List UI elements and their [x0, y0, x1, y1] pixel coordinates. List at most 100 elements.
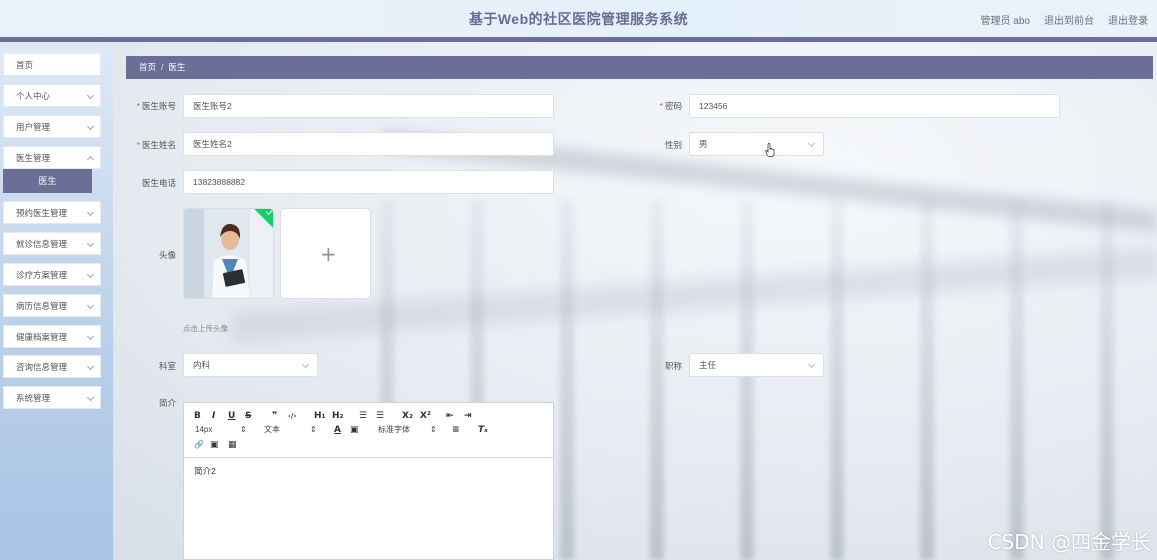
doctor-photo [184, 209, 273, 298]
chevron-down-icon [86, 208, 95, 217]
video-button[interactable]: ▦ [228, 440, 237, 450]
chevron-down-icon [86, 122, 95, 131]
image-button[interactable]: ▣ [210, 440, 219, 450]
bold-button[interactable]: B [194, 411, 201, 421]
watermark: CSDN @四金学长 [987, 530, 1151, 554]
sidebar-item-label: 首页 [16, 60, 34, 70]
chevron-down-icon [86, 393, 95, 402]
ordered-list-button[interactable]: ☰ [359, 411, 367, 421]
sidebar-item-appointment-management[interactable]: 预约医生管理 [3, 201, 101, 224]
doctor-form: * 医生账号 医生账号2 * 密码 123456 * 医生姓名 医生姓名2 性别 男 … [0, 0, 1157, 560]
sidebar-item-user-management[interactable]: 用户管理 [3, 115, 101, 138]
editor-content[interactable]: 简介2 [194, 465, 216, 477]
select-arrows-icon: ⇕ [430, 425, 437, 434]
sidebar-item-label: 诊疗方案管理 [16, 270, 68, 280]
sidebar-item-system-management[interactable]: 系统管理 [3, 386, 101, 409]
sidebar-item-personal-center[interactable]: 个人中心 [3, 84, 101, 107]
code-button[interactable]: ‹/› [288, 411, 296, 421]
title-select[interactable]: 主任 [689, 353, 824, 377]
italic-button[interactable]: I [212, 411, 215, 421]
sidebar-item-treatment-plan-management[interactable]: 诊疗方案管理 [3, 263, 101, 286]
chevron-down-icon [86, 239, 95, 248]
title-select-value: 主任 [699, 360, 717, 370]
name-input[interactable]: 医生姓名2 [183, 132, 554, 156]
subscript-button[interactable]: X₂ [402, 411, 413, 421]
sidebar-item-label: 用户管理 [16, 122, 51, 132]
department-select-value: 内科 [193, 360, 211, 370]
password-input[interactable]: 123456 [689, 94, 1060, 118]
sidebar-item-label: 个人中心 [16, 91, 51, 101]
title-label: 职称 [664, 361, 682, 371]
sidebar-subitem-doctor[interactable]: 医生 [3, 169, 92, 193]
chevron-down-icon [86, 91, 95, 100]
chevron-down-icon [86, 301, 95, 310]
gender-select-value: 男 [699, 139, 708, 149]
avatar-upload-button[interactable]: + [280, 208, 371, 299]
sidebar-item-label: 就诊信息管理 [16, 239, 68, 249]
avatar-image[interactable] [183, 208, 274, 299]
hand-cursor-icon [765, 143, 775, 157]
required-mark: * [136, 140, 140, 150]
background-color-button[interactable]: ▣ [350, 425, 359, 435]
avatar-label: 头像 [158, 250, 176, 260]
phone-label: 医生电话 [141, 178, 176, 188]
indent-button[interactable]: ⇥ [464, 411, 472, 421]
password-label: * 密码 [622, 100, 682, 112]
chevron-up-icon [86, 155, 95, 164]
heading2-button[interactable]: H₂ [332, 411, 343, 421]
required-mark: * [136, 101, 140, 111]
required-mark: * [659, 101, 663, 111]
sidebar-item-consultation-management[interactable]: 咨询信息管理 [3, 355, 101, 378]
sidebar-item-label: 咨询信息管理 [16, 362, 68, 372]
avatar-upload-hint: 点击上传头像 [183, 324, 228, 333]
plus-icon: + [320, 242, 337, 266]
sidebar-item-label: 预约医生管理 [16, 208, 68, 218]
select-arrows-icon: ⇕ [310, 425, 317, 434]
department-label: 科室 [158, 361, 176, 371]
gender-label: 性别 [664, 140, 682, 150]
font-color-button[interactable]: A [334, 425, 341, 435]
align-button[interactable]: ≡ [452, 425, 460, 435]
sidebar-item-health-record-management[interactable]: 健康档案管理 [3, 325, 101, 348]
select-arrows-icon: ⇕ [240, 425, 247, 434]
clear-format-button[interactable]: Tₓ [478, 425, 488, 435]
sidebar-item-label: 医生 [38, 176, 57, 186]
font-size-select[interactable]: 14px [195, 425, 212, 435]
sidebar-item-visit-info-management[interactable]: 就诊信息管理 [3, 232, 101, 255]
editor-toolbar: B I U S ❞ ‹/› H₁ H₂ ☰ ☰ X₂ X² ⇤ ⇥ 14px ⇕… [184, 403, 553, 458]
font-family-select[interactable]: 标准字体 [378, 425, 410, 435]
account-label-text: 医生账号 [141, 101, 176, 111]
sidebar-item-label: 病历信息管理 [16, 301, 68, 311]
outdent-button[interactable]: ⇤ [446, 411, 454, 421]
chevron-down-icon [86, 270, 95, 279]
sidebar-item-label: 系统管理 [16, 393, 51, 403]
sidebar-item-home[interactable]: 首页 [3, 53, 101, 76]
heading1-button[interactable]: H₁ [314, 411, 325, 421]
sidebar-item-label: 健康档案管理 [16, 332, 68, 342]
bullet-list-button[interactable]: ☰ [376, 411, 384, 421]
rich-text-editor[interactable]: B I U S ❞ ‹/› H₁ H₂ ☰ ☰ X₂ X² ⇤ ⇥ 14px ⇕… [183, 402, 554, 560]
sidebar-item-medical-record-management[interactable]: 病历信息管理 [3, 294, 101, 317]
password-label-text: 密码 [664, 101, 682, 111]
phone-input[interactable]: 13823888882 [183, 170, 554, 194]
chevron-down-icon [86, 362, 95, 371]
underline-button[interactable]: U [228, 411, 235, 421]
text-style-select[interactable]: 文本 [264, 425, 280, 435]
name-label-text: 医生姓名 [141, 140, 176, 150]
chevron-down-icon [301, 360, 310, 369]
chevron-down-icon [86, 332, 95, 341]
account-label: * 医生账号 [116, 100, 176, 112]
sidebar-item-doctor-management[interactable]: 医生管理 [3, 146, 101, 169]
superscript-button[interactable]: X² [420, 411, 431, 421]
strike-button[interactable]: S [245, 411, 251, 421]
intro-label: 简介 [158, 398, 176, 408]
department-select[interactable]: 内科 [183, 353, 318, 377]
sidebar-item-label: 医生管理 [16, 153, 51, 163]
name-label: * 医生姓名 [116, 139, 176, 151]
chevron-down-icon [807, 139, 816, 148]
quote-button[interactable]: ❞ [272, 411, 277, 421]
link-button[interactable]: 🔗 [194, 440, 204, 450]
chevron-down-icon [807, 360, 816, 369]
gender-select[interactable]: 男 [689, 132, 824, 156]
account-input[interactable]: 医生账号2 [183, 94, 554, 118]
